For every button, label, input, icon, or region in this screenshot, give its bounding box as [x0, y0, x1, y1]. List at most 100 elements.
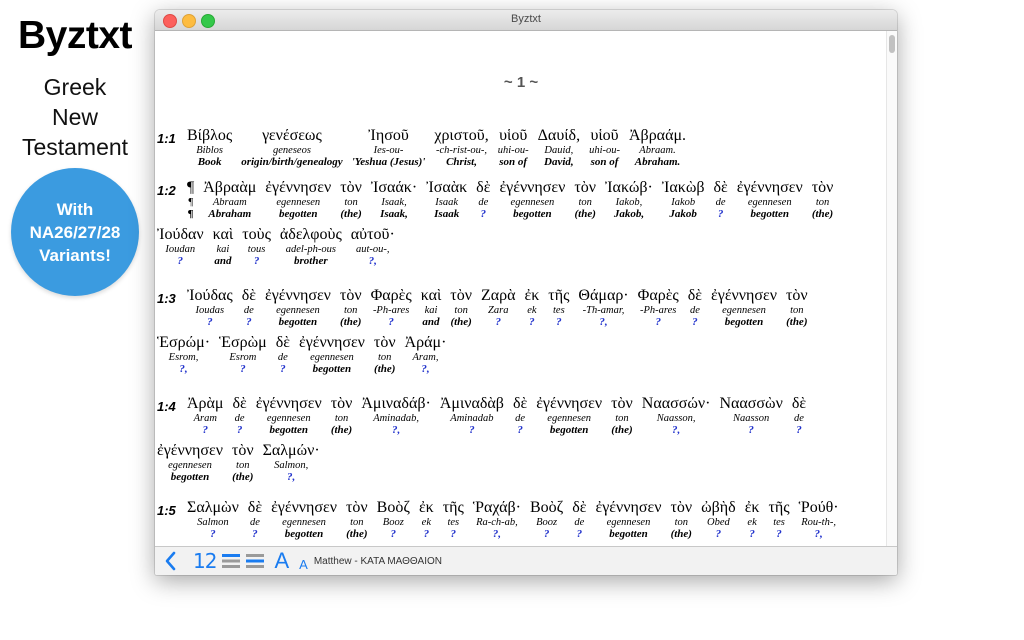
- greek-word[interactable]: δὲ: [248, 499, 262, 517]
- interlinear-word[interactable]: Φαρὲς -Ph-ares?: [638, 287, 679, 328]
- greek-word[interactable]: τῆς: [443, 499, 464, 517]
- greek-word[interactable]: καὶ: [421, 287, 442, 305]
- greek-word[interactable]: τὸν: [346, 499, 368, 517]
- interlinear-word[interactable]: δὲ de?: [572, 499, 586, 540]
- interlinear-word[interactable]: Ἀβραάμ. Abraam. Abraham.: [629, 127, 686, 168]
- interlinear-word[interactable]: Βίβλος Biblos Book: [187, 127, 232, 168]
- greek-word[interactable]: Ἀβραάμ.: [629, 127, 686, 145]
- greek-word[interactable]: τοὺς: [242, 226, 271, 244]
- interlinear-word[interactable]: Ἰακώβ· Iakob, Jakob,: [605, 179, 653, 220]
- interlinear-word[interactable]: Ἀράμ· Aram,?,: [405, 334, 447, 375]
- greek-word[interactable]: τὸν: [340, 287, 362, 305]
- decrease-font-button[interactable]: A: [299, 557, 308, 572]
- interlinear-word[interactable]: ἐγέννησεν egennesen begotten: [157, 442, 223, 483]
- verse-reference[interactable]: 1:5: [157, 499, 187, 518]
- interlinear-word[interactable]: ἐκ ek?: [419, 499, 434, 540]
- interlinear-word[interactable]: Δαυίδ, Dauid, David,: [538, 127, 580, 168]
- greek-word[interactable]: ὠβὴδ: [701, 499, 736, 517]
- greek-word[interactable]: δὲ: [688, 287, 702, 305]
- interlinear-word[interactable]: τὸν ton (the): [812, 179, 834, 220]
- greek-word[interactable]: ἐγέννησεν: [157, 442, 223, 460]
- greek-word[interactable]: ἐγέννησεν: [265, 287, 331, 305]
- interlinear-word[interactable]: τὸν ton (the): [374, 334, 396, 375]
- greek-word[interactable]: ἐγέννησεν: [737, 179, 803, 197]
- interlinear-word[interactable]: Ἑσρὼμ Esrom?: [219, 334, 267, 375]
- vertical-scrollbar[interactable]: [886, 31, 897, 546]
- greek-word[interactable]: Ἰσαὰκ: [426, 179, 467, 197]
- greek-word[interactable]: Ἑσρὼμ: [219, 334, 267, 352]
- greek-word[interactable]: ἐκ: [419, 499, 434, 517]
- greek-word[interactable]: καὶ: [213, 226, 234, 244]
- greek-word[interactable]: Ἰακώβ·: [605, 179, 653, 197]
- interlinear-word[interactable]: Ἰσαάκ· Isaak, Isaak,: [371, 179, 417, 220]
- greek-word[interactable]: ἐγέννησεν: [536, 395, 602, 413]
- interlinear-word[interactable]: ἐγέννησεν egennesen begotten: [737, 179, 803, 220]
- greek-word[interactable]: Φαρὲς: [371, 287, 412, 305]
- greek-word[interactable]: τὸν: [670, 499, 692, 517]
- interlinear-word[interactable]: καὶ kai and: [213, 226, 234, 267]
- interlinear-word[interactable]: Ἀμιναδάβ· Aminadab,?,: [361, 395, 430, 436]
- greek-word[interactable]: ἐκ: [525, 287, 540, 305]
- interlinear-word[interactable]: ἐγέννησεν egennesen begotten: [596, 499, 662, 540]
- interlinear-word[interactable]: ἐγέννησεν egennesen begotten: [299, 334, 365, 375]
- interlinear-word[interactable]: τὸν ton (the): [232, 442, 254, 483]
- greek-word[interactable]: ἐγέννησεν: [596, 499, 662, 517]
- greek-word[interactable]: Θάμαρ·: [578, 287, 628, 305]
- interlinear-word[interactable]: τῆς tes?: [768, 499, 789, 540]
- interlinear-word[interactable]: αὐτοῦ· aut-ou-,?,: [351, 226, 395, 267]
- greek-word[interactable]: τῆς: [548, 287, 569, 305]
- greek-word[interactable]: Ἀμιναδὰβ: [440, 395, 504, 413]
- interlinear-word[interactable]: δὲ de?: [276, 334, 290, 375]
- interlinear-word[interactable]: δὲ de?: [513, 395, 527, 436]
- scrollbar-thumb[interactable]: [889, 35, 895, 53]
- interlinear-word[interactable]: τὸν ton (the): [331, 395, 353, 436]
- greek-word[interactable]: Ἀρὰμ: [187, 395, 224, 413]
- greek-word[interactable]: Ἰησοῦ: [368, 127, 408, 145]
- interlinear-word[interactable]: δὲ de?: [688, 287, 702, 328]
- greek-word[interactable]: δὲ: [276, 334, 290, 352]
- interlinear-word[interactable]: δὲ de?: [242, 287, 256, 328]
- greek-word[interactable]: δὲ: [233, 395, 247, 413]
- verse-reference[interactable]: 1:2: [157, 179, 187, 198]
- greek-word[interactable]: Ζαρὰ: [481, 287, 516, 305]
- greek-word[interactable]: τὸν: [611, 395, 633, 413]
- greek-word[interactable]: Σαλμών·: [263, 442, 320, 460]
- parallel-lines-button[interactable]: [246, 553, 265, 569]
- interlinear-word[interactable]: χριστοῦ, -ch-rist-ou-, Christ,: [434, 127, 488, 168]
- interlinear-word[interactable]: τῆς tes?: [443, 499, 464, 540]
- greek-word[interactable]: Ῥαχάβ·: [473, 499, 521, 517]
- greek-word[interactable]: δὲ: [476, 179, 490, 197]
- greek-word[interactable]: Ναασσών·: [642, 395, 711, 413]
- interlinear-word[interactable]: ὠβὴδ Obed?: [701, 499, 736, 540]
- interlinear-lines-button[interactable]: [222, 553, 241, 569]
- greek-word[interactable]: Δαυίδ,: [538, 127, 580, 145]
- greek-word[interactable]: Ῥούθ·: [799, 499, 839, 517]
- interlinear-word[interactable]: ἐκ ek?: [745, 499, 760, 540]
- interlinear-word[interactable]: Ναασσὼν Naasson?: [719, 395, 782, 436]
- interlinear-word[interactable]: Ἀβραὰμ Abraam Abraham: [203, 179, 256, 220]
- interlinear-word[interactable]: τὸν ton (the): [670, 499, 692, 540]
- greek-word[interactable]: Ναασσὼν: [719, 395, 782, 413]
- greek-word[interactable]: Ἰούδαν: [157, 226, 204, 244]
- greek-word[interactable]: αὐτοῦ·: [351, 226, 395, 244]
- verse-numbers-toggle[interactable]: 12: [193, 549, 217, 573]
- greek-word[interactable]: δὲ: [513, 395, 527, 413]
- greek-word[interactable]: υἱοῦ: [499, 127, 527, 145]
- interlinear-word[interactable]: δὲ de?: [233, 395, 247, 436]
- interlinear-word[interactable]: τὸν ton (the): [786, 287, 808, 328]
- increase-font-button[interactable]: A: [274, 548, 289, 574]
- interlinear-word[interactable]: Ἰσαὰκ Isaak Isaak: [426, 179, 467, 220]
- interlinear-word[interactable]: τὸν ton (the): [611, 395, 633, 436]
- greek-word[interactable]: δὲ: [792, 395, 806, 413]
- interlinear-word[interactable]: Βοὸζ Booz?: [530, 499, 563, 540]
- verse-reference[interactable]: 1:1: [157, 127, 187, 146]
- greek-word[interactable]: ἐγέννησεν: [299, 334, 365, 352]
- greek-word[interactable]: τῆς: [768, 499, 789, 517]
- greek-word[interactable]: Ἑσρώμ·: [157, 334, 210, 352]
- interlinear-word[interactable]: Σαλμών· Salmon,?,: [263, 442, 320, 483]
- interlinear-word[interactable]: ἐγέννησεν egennesen begotten: [271, 499, 337, 540]
- greek-word[interactable]: χριστοῦ,: [434, 127, 488, 145]
- interlinear-word[interactable]: ἐγέννησεν egennesen begotten: [536, 395, 602, 436]
- interlinear-word[interactable]: Σαλμὼν Salmon?: [187, 499, 239, 540]
- greek-word[interactable]: Ἰούδας: [187, 287, 233, 305]
